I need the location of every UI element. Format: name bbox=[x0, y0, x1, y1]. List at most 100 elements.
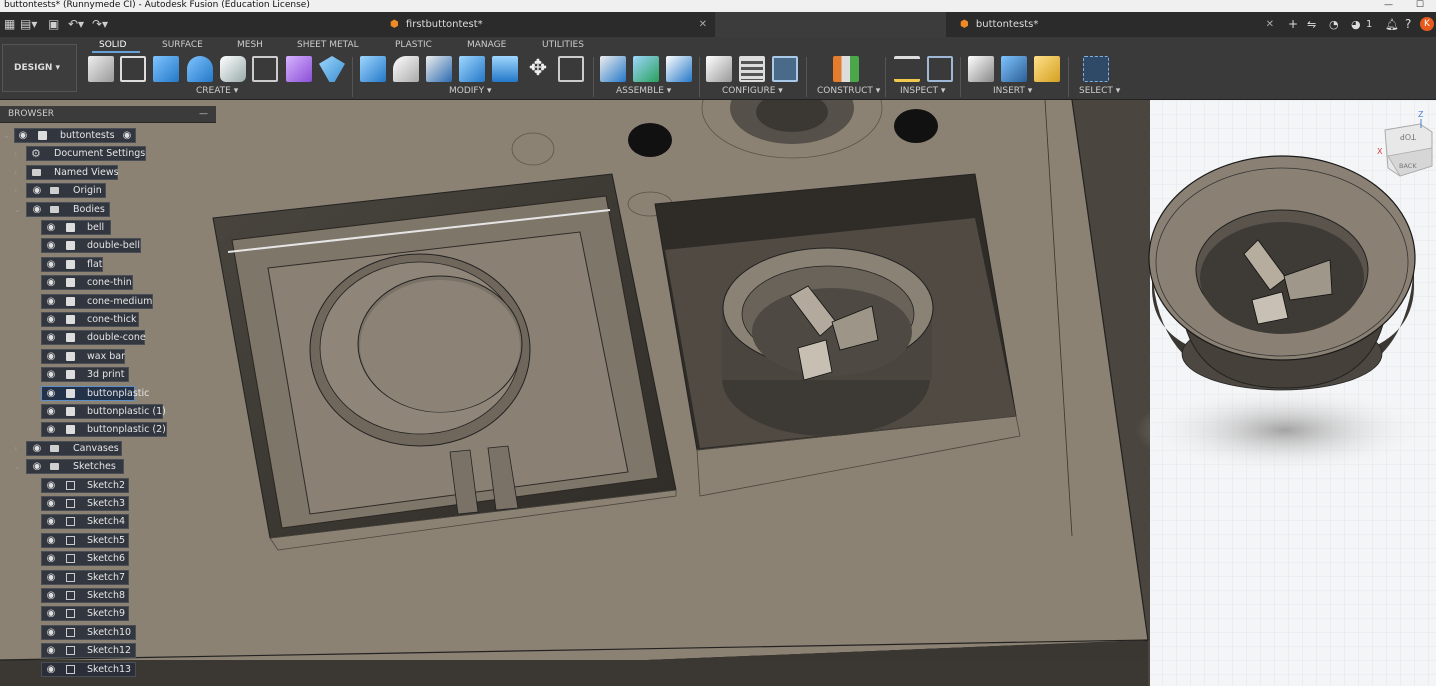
fillet-icon[interactable] bbox=[393, 56, 419, 82]
avatar[interactable]: K bbox=[1420, 17, 1434, 31]
eye-icon[interactable]: ◉ bbox=[44, 422, 58, 437]
pattern-icon[interactable] bbox=[252, 56, 278, 82]
eye-icon[interactable]: ◉ bbox=[44, 386, 58, 401]
tree-item-sketches[interactable]: ⌄ ◉ Sketches bbox=[0, 459, 216, 475]
chevron-right-icon[interactable]: › bbox=[14, 146, 17, 161]
tree-item-body[interactable]: ◉ wax bar bbox=[0, 348, 216, 364]
tab-solid[interactable]: SOLID bbox=[99, 40, 126, 50]
tree-item-body[interactable]: ◉ 3d print bbox=[0, 367, 216, 383]
tab-plastic[interactable]: PLASTIC bbox=[395, 40, 432, 50]
eye-icon[interactable]: ◉ bbox=[44, 643, 58, 658]
group-assemble[interactable]: ASSEMBLE ▾ bbox=[616, 86, 671, 96]
eye-icon[interactable]: ◉ bbox=[44, 551, 58, 566]
help-icon[interactable]: ? bbox=[1405, 12, 1411, 37]
chamfer-icon[interactable] bbox=[426, 56, 452, 82]
joint-icon[interactable] bbox=[600, 56, 626, 82]
tree-item-body[interactable]: ◉ double-bell bbox=[0, 238, 216, 254]
tree-item-body[interactable]: ◉ bell bbox=[0, 220, 216, 235]
eye-icon[interactable]: ◉ bbox=[44, 478, 58, 493]
tree-item-sketch[interactable]: ◉ Sketch4 bbox=[0, 514, 216, 530]
chevron-down-icon[interactable]: ⌄ bbox=[14, 202, 21, 217]
eye-icon[interactable]: ◉ bbox=[30, 183, 44, 198]
eye-icon[interactable]: ◉ bbox=[30, 202, 44, 217]
tab-buttontests[interactable]: ⬢ buttontests* ✕ bbox=[946, 12, 1282, 37]
group-modify[interactable]: MODIFY ▾ bbox=[449, 86, 492, 96]
align-icon[interactable] bbox=[558, 56, 584, 82]
activate-icon[interactable]: ◉ bbox=[120, 128, 134, 143]
chevron-right-icon[interactable]: › bbox=[14, 183, 17, 198]
config-rules-icon[interactable] bbox=[772, 56, 798, 82]
group-inspect[interactable]: INSPECT ▾ bbox=[900, 86, 945, 96]
insert-derive-icon[interactable] bbox=[968, 56, 994, 82]
save-icon[interactable]: ▣ bbox=[48, 17, 59, 31]
file-icon[interactable]: ▤▾ bbox=[20, 17, 37, 31]
eye-icon[interactable]: ◉ bbox=[44, 404, 58, 419]
new-tab-icon[interactable]: + bbox=[1288, 12, 1298, 37]
eye-icon[interactable]: ◉ bbox=[44, 238, 58, 253]
tree-item-sketch[interactable]: ◉ Sketch2 bbox=[0, 477, 216, 493]
hole-icon[interactable] bbox=[220, 56, 246, 82]
eye-icon[interactable]: ◉ bbox=[30, 441, 44, 456]
combine-icon[interactable] bbox=[492, 56, 518, 82]
tree-item-sketch[interactable]: ◉ Sketch10 bbox=[0, 624, 216, 640]
tab-mesh[interactable]: MESH bbox=[237, 40, 263, 50]
chevron-right-icon[interactable]: › bbox=[14, 165, 17, 180]
eye-icon[interactable]: ◉ bbox=[44, 514, 58, 529]
tree-item-body[interactable]: ◉ flat bbox=[0, 256, 216, 272]
extensions-icon[interactable]: ◔ bbox=[1329, 12, 1339, 37]
eye-icon[interactable]: ◉ bbox=[44, 496, 58, 511]
bell-icon[interactable]: 🔔︎ bbox=[1385, 12, 1399, 37]
tree-item-body[interactable]: ◉ buttonplastic (1) bbox=[0, 404, 216, 419]
tree-item-sketch[interactable]: ◉ Sketch8 bbox=[0, 588, 216, 603]
eye-icon[interactable]: ◉ bbox=[44, 349, 58, 364]
eye-icon[interactable]: ◉ bbox=[44, 257, 58, 272]
eye-icon[interactable]: ◉ bbox=[44, 330, 58, 345]
tab-firstbuttontest[interactable]: ⬢ firstbuttontest* ✕ bbox=[376, 12, 716, 37]
data-panel-icon[interactable]: ⇋ bbox=[1307, 12, 1316, 37]
eye-icon[interactable]: ◉ bbox=[44, 662, 58, 677]
browser-panel-header[interactable]: BROWSER — bbox=[0, 106, 216, 123]
tab-utilities[interactable]: UTILITIES bbox=[542, 40, 584, 50]
tree-item-sketch[interactable]: ◉ Sketch12 bbox=[0, 643, 216, 659]
tree-item-sketch[interactable]: ◉ Sketch9 bbox=[0, 606, 216, 622]
tab-manage[interactable]: MANAGE bbox=[467, 40, 506, 50]
tab-surface[interactable]: SURFACE bbox=[162, 40, 203, 50]
insert-mesh-icon[interactable] bbox=[1034, 56, 1060, 82]
eye-icon[interactable]: ◉ bbox=[44, 275, 58, 290]
eye-icon[interactable]: ◉ bbox=[44, 588, 58, 603]
create-sketch-icon[interactable] bbox=[120, 56, 146, 82]
workspace-switcher[interactable]: DESIGN ▾ bbox=[2, 44, 77, 92]
eye-icon[interactable]: ◉ bbox=[44, 570, 58, 585]
group-select[interactable]: SELECT ▾ bbox=[1079, 86, 1120, 96]
eye-icon[interactable]: ◉ bbox=[44, 312, 58, 327]
tree-item-named-views[interactable]: › Named Views bbox=[0, 164, 216, 180]
group-configure[interactable]: CONFIGURE ▾ bbox=[722, 86, 783, 96]
tree-item-body[interactable]: ◉ cone-medium bbox=[0, 293, 216, 309]
revolve-icon[interactable] bbox=[187, 56, 213, 82]
form-icon[interactable] bbox=[286, 56, 312, 82]
tree-item-origin[interactable]: › ◉ Origin bbox=[0, 183, 216, 199]
tree-item-body[interactable]: ◉ cone-thick bbox=[0, 312, 216, 327]
canvas-icon[interactable] bbox=[1001, 56, 1027, 82]
offset-plane-icon[interactable] bbox=[833, 56, 859, 82]
tree-item-sketch[interactable]: ◉ Sketch13 bbox=[0, 661, 216, 677]
tree-item-document-settings[interactable]: › ⚙ Document Settings bbox=[0, 146, 216, 162]
new-component-assemble-icon[interactable] bbox=[633, 56, 659, 82]
tree-item-body[interactable]: ◉ double-cone bbox=[0, 330, 216, 346]
group-insert[interactable]: INSERT ▾ bbox=[993, 86, 1032, 96]
collapse-icon[interactable]: — bbox=[199, 106, 208, 123]
job-status-icon[interactable]: ◕ bbox=[1351, 12, 1361, 37]
apps-grid-icon[interactable]: ▦ bbox=[4, 17, 15, 31]
eye-icon[interactable]: ◉ bbox=[44, 533, 58, 548]
shell-icon[interactable] bbox=[459, 56, 485, 82]
tree-item-canvases[interactable]: › ◉ Canvases bbox=[0, 440, 216, 456]
new-component-icon[interactable] bbox=[88, 56, 114, 82]
eye-icon[interactable]: ◉ bbox=[44, 220, 58, 235]
tree-item-sketch[interactable]: ◉ Sketch7 bbox=[0, 569, 216, 585]
tree-item-sketch[interactable]: ◉ Sketch3 bbox=[0, 496, 216, 511]
select-icon[interactable] bbox=[1083, 56, 1109, 82]
measure-icon[interactable] bbox=[894, 56, 920, 82]
close-icon[interactable]: ✕ bbox=[1266, 12, 1274, 37]
table-icon[interactable] bbox=[739, 56, 765, 82]
redo-icon[interactable]: ↷▾ bbox=[92, 17, 108, 31]
